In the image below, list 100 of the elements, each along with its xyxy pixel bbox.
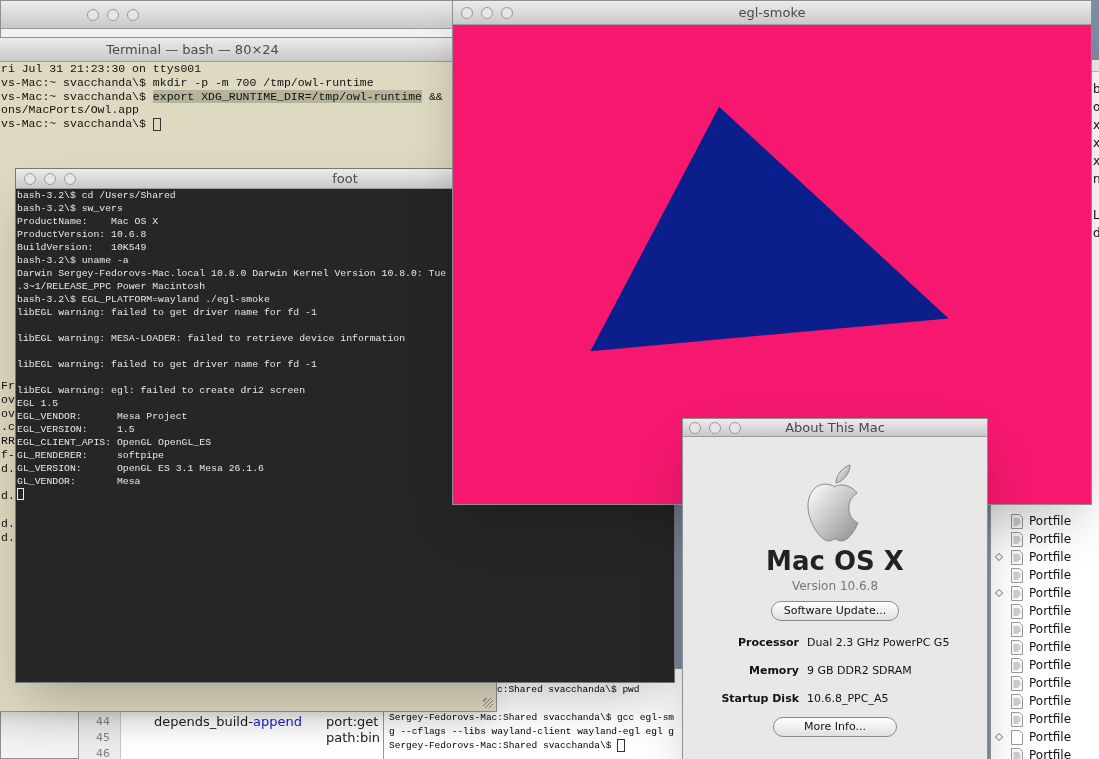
minimize-button[interactable] <box>107 8 119 21</box>
file-name: Portfile <box>1029 567 1072 584</box>
file-row[interactable]: Portfile <box>991 692 1072 710</box>
terminal-line: ri Jul 31 21:23:30 on ttys001 <box>1 62 202 75</box>
terminal-line: .3~1/RELEASE_PPC Power Macintosh <box>17 280 206 293</box>
document-icon <box>1011 549 1023 565</box>
resize-grip[interactable] <box>483 698 493 708</box>
document-icon <box>1011 693 1023 709</box>
close-button[interactable] <box>24 172 36 185</box>
terminal-line: GL_RENDERER: softpipe <box>17 449 164 462</box>
list-item-text: o <box>1093 99 1099 116</box>
terminal-line: c:Shared svacchanda\$ pwd <box>497 684 640 695</box>
spec-label: Startup Disk <box>720 691 799 707</box>
document-icon <box>1011 621 1023 637</box>
terminal-line: libEGL warning: MESA-LOADER: failed to retrieve device information <box>17 332 406 345</box>
terminal-line: ProductVersion: 10.6.8 <box>17 228 147 241</box>
spec-value: 10.6.8_PPC_A5 <box>807 691 889 707</box>
terminal-line: EGL 1.5 <box>17 397 59 410</box>
terminal-line: d. <box>1 530 15 545</box>
file-row[interactable]: Portfile <box>991 530 1072 548</box>
file-row[interactable]: Portfile <box>991 584 1072 602</box>
terminal-line: RR <box>1 434 15 448</box>
version-text: Version 10.6.8 <box>791 578 879 595</box>
file-row[interactable]: Portfile <box>991 656 1072 674</box>
terminal-line: bash-3.2\$ cd /Users/Shared <box>17 189 176 202</box>
file-row[interactable]: Portfile <box>991 602 1072 620</box>
list-item-text: L <box>1093 207 1099 224</box>
spec-value: 9 GB DDR2 SDRAM <box>807 663 912 679</box>
list-item-text: x <box>1093 135 1099 152</box>
terminal-line: GL_VERSION: OpenGL ES 3.1 Mesa 26.1.6 <box>17 462 264 475</box>
document-icon <box>1011 603 1023 619</box>
list-item-text: d <box>1093 225 1099 242</box>
terminal-line: vs-Mac:~ svacchanda\$ export XDG_RUNTIME_DIR=/tmp/owl-runtime && <box>1 89 443 103</box>
terminal-line: ov <box>1 406 15 421</box>
line-number: 44 <box>96 714 110 730</box>
file-name: Portfile <box>1029 657 1072 674</box>
terminal-line: EGL_CLIENT_APIS: OpenGL OpenGL_ES <box>17 436 211 449</box>
list-item-text: x <box>1093 153 1099 170</box>
terminal-line: vs-Mac:~ svacchanda\$ <box>1 117 147 131</box>
more-info-button[interactable]: More Info... <box>773 717 897 737</box>
terminal-line: Sergey-Fedorovs-Mac:Shared svacchanda\$ <box>389 740 613 751</box>
list-item-text: n <box>1093 171 1099 188</box>
file-row[interactable]: Portfile <box>991 710 1072 728</box>
close-button[interactable] <box>461 6 473 19</box>
file-row[interactable]: Portfile <box>991 728 1072 746</box>
terminal-line: libEGL warning: egl: failed to create dri2 screen <box>17 384 306 397</box>
software-update-button[interactable]: Software Update... <box>770 601 900 621</box>
terminal-line: g --cflags --libs wayland-client wayland-egl egl g <box>389 726 675 737</box>
terminal-line: Sergey-Fedorovs-Mac:Shared svacchanda\$ gcc egl-sm <box>389 712 675 723</box>
document-icon <box>1011 675 1023 691</box>
document-icon <box>1011 657 1023 673</box>
file-row[interactable]: Portfile <box>991 548 1072 566</box>
close-button[interactable] <box>87 8 99 21</box>
terminal-line: d. <box>1 461 15 476</box>
terminal-line: GL_VENDOR: Mesa <box>17 475 141 488</box>
minimize-button[interactable] <box>44 172 56 185</box>
file-row[interactable]: Portfile <box>991 746 1072 759</box>
spec-value: Dual 2.3 GHz PowerPC G5 <box>807 635 950 651</box>
terminal-line: bash-3.2\$ uname -a <box>17 254 129 267</box>
minimize-button[interactable] <box>709 421 721 434</box>
terminal-line: vs-Mac:~ svacchanda\$ mkdir -p -m 700 /tmp/owl-runtime <box>1 75 374 89</box>
product-name: Mac OS X <box>766 545 904 577</box>
code-text: depends_build-append <box>154 714 303 730</box>
terminal-line: EGL_VENDOR: Mesa Project <box>17 410 188 423</box>
terminal-line: d. <box>1 489 15 504</box>
terminal-line: ProductName: Mac OS X <box>17 215 159 228</box>
text-cursor <box>617 739 626 752</box>
zoom-button[interactable] <box>729 421 741 434</box>
terminal-line: .c <box>1 420 15 435</box>
file-row[interactable]: Portfile <box>991 638 1072 656</box>
file-name: Portfile <box>1029 585 1072 602</box>
terminal-line: libEGL warning: failed to get driver name for fd -1 <box>17 358 317 371</box>
minimize-button[interactable] <box>481 6 493 19</box>
list-item-text: x <box>1093 117 1099 134</box>
file-name: Portfile <box>1029 729 1072 746</box>
zoom-button[interactable] <box>64 172 76 185</box>
file-row[interactable]: Portfile <box>991 620 1072 638</box>
zoom-button[interactable] <box>127 8 139 21</box>
zoom-button[interactable] <box>501 6 513 19</box>
file-name: Portfile <box>1029 747 1072 759</box>
spec-label: Memory <box>747 663 799 679</box>
file-row[interactable]: Portfile <box>991 674 1072 692</box>
line-number: 46 <box>96 746 110 759</box>
code-text: path:bin <box>326 730 381 746</box>
document-icon <box>1011 567 1023 583</box>
terminal-line: ons/MacPorts/Owl.app <box>1 103 140 117</box>
file-name: Portfile <box>1029 531 1072 548</box>
document-icon <box>1011 711 1023 727</box>
window-title: foot <box>332 169 358 188</box>
file-row[interactable]: Portfile <box>991 512 1072 530</box>
close-button[interactable] <box>689 421 701 434</box>
file-name: Portfile <box>1029 549 1072 566</box>
file-name: Portfile <box>1029 621 1072 638</box>
terminal-line: ov <box>1 392 15 407</box>
file-row[interactable]: Portfile <box>991 566 1072 584</box>
terminal-line: BuildVersion: 10K549 <box>17 241 147 254</box>
file-name: Portfile <box>1029 513 1072 530</box>
document-icon <box>1011 513 1023 529</box>
file-name: Portfile <box>1029 603 1072 620</box>
terminal-line: Darwin Sergey-Fedorovs-Mac.local 10.8.0 Darwin Kernel Version 10.8.0: Tue <box>17 267 447 280</box>
